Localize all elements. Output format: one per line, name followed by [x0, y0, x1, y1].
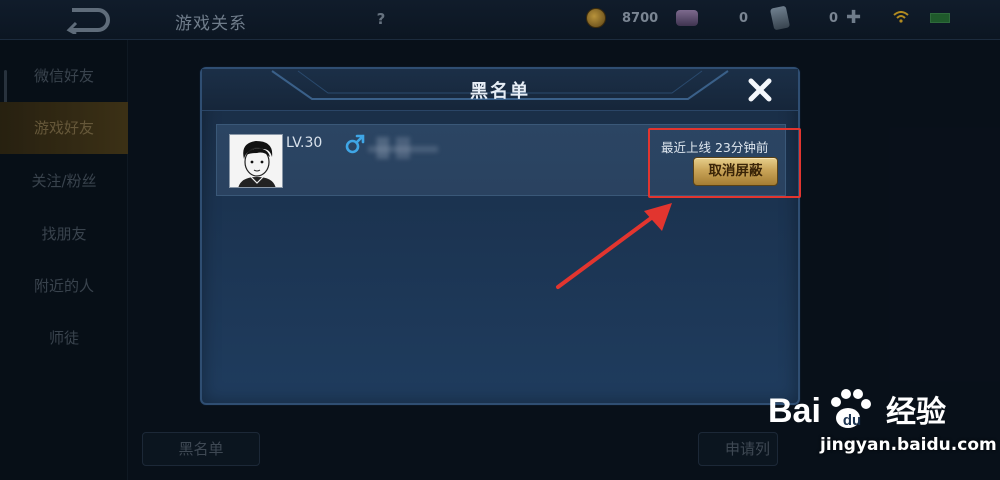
- voucher-icon: [769, 5, 791, 31]
- player-name-blurred: [368, 137, 438, 159]
- dialog-title: 黑名单: [470, 81, 530, 102]
- back-icon[interactable]: [62, 6, 112, 34]
- dialog-header: 黑名单: [202, 69, 798, 111]
- player-level: LV.30: [286, 135, 323, 151]
- page-title: 游戏关系: [175, 14, 247, 34]
- svg-text:经验: 经验: [886, 395, 946, 430]
- gold-coin-count: 8700: [622, 11, 659, 26]
- diamond-count: 0: [739, 11, 749, 26]
- top-bar: 游戏关系 ? 8700 0 0 ✚: [0, 0, 1000, 40]
- avatar-portrait-icon: [230, 135, 282, 187]
- gold-coin-icon: [586, 8, 606, 28]
- close-icon[interactable]: [745, 75, 775, 105]
- baidu-jingyan-logo: Bai du 经验: [768, 389, 946, 430]
- blacklist-dialog: 黑名单 LV.30 最近上线 23分钟前 取消屏蔽: [200, 67, 800, 405]
- highlight-box: [648, 128, 801, 198]
- voucher-count: 0: [829, 11, 839, 26]
- avatar: [229, 134, 283, 188]
- battery-icon: [930, 13, 950, 23]
- recharge-plus-icon[interactable]: ✚: [846, 7, 861, 28]
- watermark-url: jingyan.baidu.com: [820, 435, 997, 455]
- wifi-icon: [893, 11, 909, 23]
- diamond-icon: [676, 10, 698, 26]
- pointer-arrow-icon: [556, 203, 672, 289]
- help-icon[interactable]: ?: [372, 10, 390, 28]
- svg-text:Bai: Bai: [768, 392, 821, 430]
- male-gender-icon: [345, 134, 365, 154]
- svg-text:du: du: [843, 412, 861, 429]
